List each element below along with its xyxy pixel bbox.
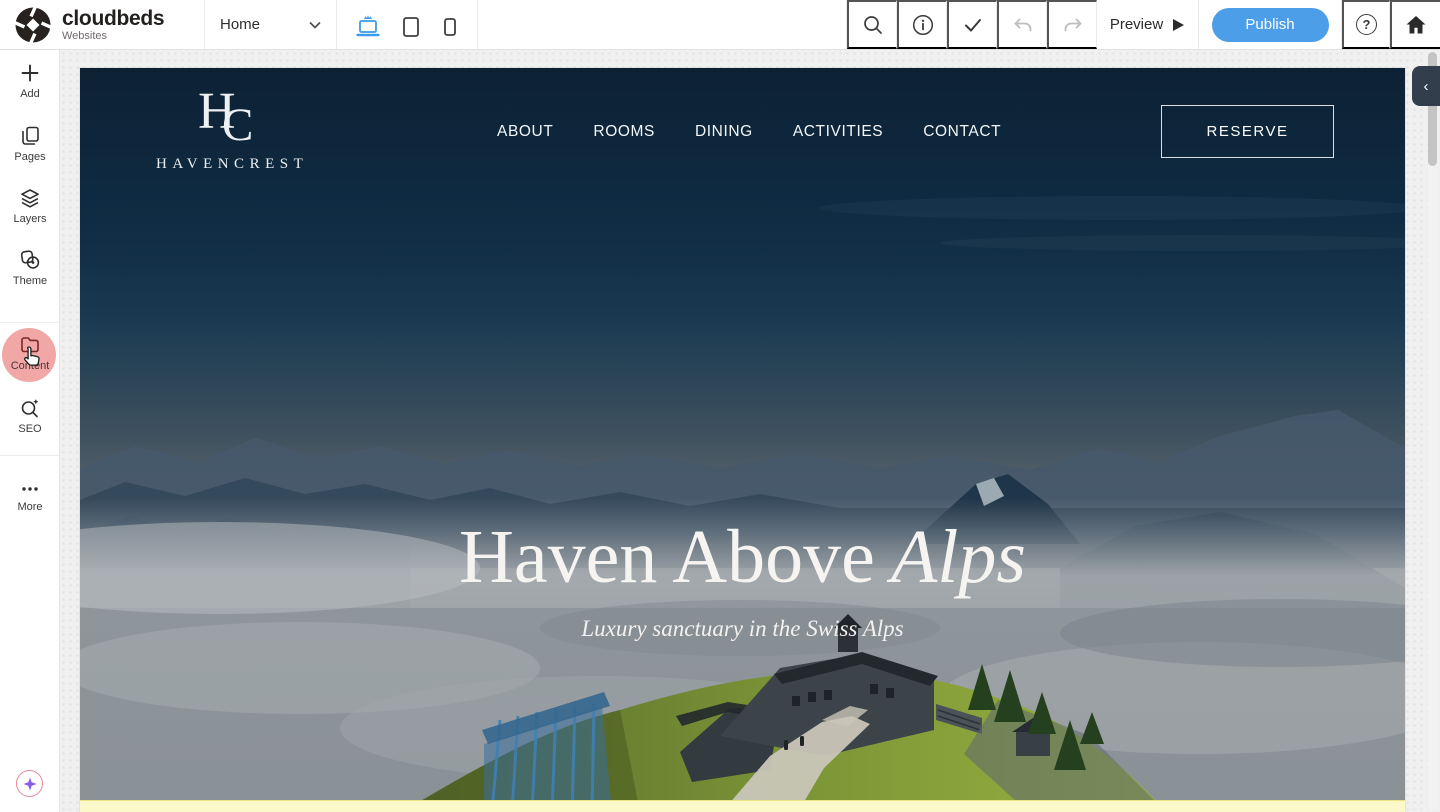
site-nav: ABOUT ROOMS DINING ACTIVITIES CONTACT (497, 123, 1001, 141)
brand-block: cloudbeds Websites (0, 0, 205, 49)
panel-collapse-button[interactable]: ‹ (1412, 66, 1440, 106)
nav-item-activities[interactable]: ACTIVITIES (793, 123, 883, 141)
toolbar-spacer (478, 0, 847, 49)
chevron-left-icon: ‹ (1424, 78, 1429, 95)
page-selector-dropdown[interactable]: Home (205, 0, 337, 49)
desktop-view-button[interactable] (353, 8, 383, 42)
preview-label: Preview (1110, 16, 1163, 33)
undo-button[interactable] (997, 0, 1047, 49)
ai-assistant-button[interactable] (16, 770, 43, 797)
sidebar-label-theme: Theme (0, 275, 60, 287)
hc-monogram: H C (156, 90, 296, 152)
sparkle-icon (22, 776, 38, 792)
hero-title-regular: Haven Above (459, 515, 875, 599)
editor-sidebar: Add Pages Layers Theme (0, 50, 60, 812)
nav-item-rooms[interactable]: ROOMS (593, 123, 655, 141)
info-button[interactable] (897, 0, 947, 49)
sidebar-label-pages: Pages (0, 151, 60, 163)
sidebar-label-layers: Layers (0, 213, 60, 225)
pointer-hand-cursor-icon (21, 345, 43, 371)
theme-icon (18, 248, 42, 272)
sidebar-label-add: Add (0, 88, 60, 100)
hero-title-italic: Alps (891, 515, 1026, 599)
sidebar-item-seo[interactable]: SEO (0, 396, 60, 435)
question-mark-icon: ? (1356, 14, 1377, 35)
sidebar-item-pages[interactable]: Pages (0, 124, 60, 163)
brand-subtitle: Websites (62, 31, 164, 42)
sidebar-item-layers[interactable]: Layers (0, 186, 60, 225)
home-icon (1404, 13, 1428, 37)
ellipsis-icon (18, 480, 42, 498)
sidebar-item-more[interactable]: More (0, 480, 60, 513)
reserve-button[interactable]: RESERVE (1161, 105, 1334, 158)
undo-icon (1011, 13, 1035, 37)
nav-item-contact[interactable]: CONTACT (923, 123, 1001, 141)
preview-button[interactable]: Preview (1097, 0, 1199, 49)
havencrest-logo: H C HAVENCREST (156, 90, 296, 152)
sidebar-label-seo: SEO (0, 423, 60, 435)
sidebar-item-add[interactable]: Add (0, 61, 60, 100)
device-toggle-group (337, 0, 478, 49)
sidebar-divider (0, 322, 60, 323)
layers-icon (18, 186, 42, 210)
mobile-view-button[interactable] (439, 8, 461, 42)
scrollbar-track[interactable] (1428, 52, 1437, 810)
tablet-icon (398, 12, 424, 42)
play-icon (1172, 18, 1185, 32)
mobile-icon (439, 12, 461, 42)
nav-item-about[interactable]: ABOUT (497, 123, 553, 141)
laptop-icon (353, 12, 383, 42)
section-highlight-strip (80, 800, 1405, 812)
sidebar-divider (0, 455, 60, 456)
redo-icon (1061, 13, 1085, 37)
editor-toolbar: cloudbeds Websites Home (0, 0, 1440, 50)
monogram-c: C (222, 102, 253, 149)
logo-wordmark: HAVENCREST (156, 156, 296, 173)
sidebar-label-more: More (0, 501, 60, 513)
editor-canvas: H C HAVENCREST ABOUT ROOMS DINING ACTIVI… (60, 50, 1440, 812)
alps-hero-image (80, 68, 1405, 812)
chevron-down-icon (309, 21, 321, 29)
redo-button[interactable] (1047, 0, 1097, 49)
help-button[interactable]: ? (1342, 0, 1390, 49)
save-check-button[interactable] (947, 0, 997, 49)
pages-icon (18, 124, 42, 148)
info-icon (911, 13, 935, 37)
page-selector-value: Home (220, 16, 260, 33)
brand-name: cloudbeds (62, 8, 164, 29)
search-button[interactable] (847, 0, 897, 49)
hero-subtitle: Luxury sanctuary in the Swiss Alps (80, 616, 1405, 642)
cloudbeds-logo-icon (13, 5, 53, 45)
publish-button[interactable]: Publish (1212, 8, 1329, 42)
seo-icon (18, 396, 42, 420)
plus-icon (18, 61, 42, 85)
sidebar-item-theme[interactable]: Theme (0, 248, 60, 287)
hero-title: Haven AboveAlps (80, 514, 1405, 601)
search-icon (861, 13, 885, 37)
tablet-view-button[interactable] (398, 8, 424, 42)
site-preview-frame: H C HAVENCREST ABOUT ROOMS DINING ACTIVI… (80, 68, 1405, 812)
nav-item-dining[interactable]: DINING (695, 123, 753, 141)
checkmark-icon (961, 13, 985, 37)
dashboard-home-button[interactable] (1390, 0, 1440, 49)
publish-cell: Publish (1199, 0, 1342, 49)
